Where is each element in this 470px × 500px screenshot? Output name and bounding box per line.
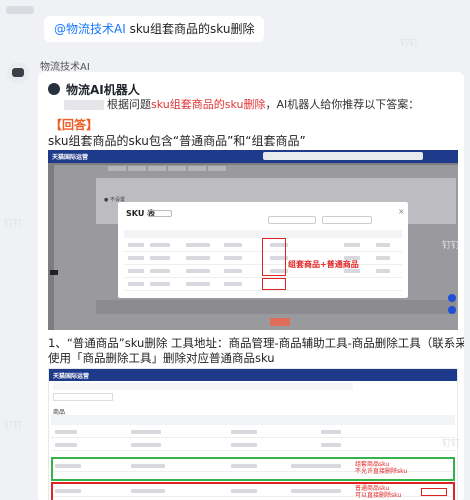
- watermark: 钉钉: [4, 421, 23, 431]
- header-search-bar: [263, 152, 423, 160]
- combo-product-note: 组套商品sku 不允许直接删除sku: [355, 461, 408, 475]
- normal-product-note: 普通商品sku 可以直接删除sku: [355, 485, 402, 499]
- table-header: [51, 415, 455, 425]
- watermark: 钉钉: [400, 39, 419, 49]
- question-bubble: @物流技术AI sku组套商品的sku删除: [44, 16, 265, 42]
- app-tabs: [53, 383, 353, 390]
- screenshot-product-list[interactable]: 天猫国际运营 商品 组套商品sku 不允许直接删除sku 普通商品sku 可以直…: [48, 368, 458, 500]
- watermark: 钉钉: [442, 241, 461, 251]
- app-tabs: [108, 166, 226, 171]
- annotation-label: 组套商品+普通商品: [288, 260, 359, 269]
- modal-button: [148, 210, 172, 217]
- side-handle: [50, 270, 58, 275]
- modal-search-field: [268, 216, 316, 224]
- delete-action-highlight: [421, 488, 447, 496]
- robot-icon: [48, 83, 60, 95]
- answer-tag: 【回答】: [50, 118, 99, 132]
- blurred-mention: [64, 100, 104, 110]
- app-header: 天猫国际运营: [48, 150, 458, 163]
- question-text: sku组套商品的sku删除: [125, 22, 255, 36]
- bot-avatar-icon[interactable]: [7, 62, 29, 84]
- modal-table-header: [124, 230, 402, 238]
- mention-link[interactable]: @物流技术AI: [54, 22, 126, 36]
- answer-line-1: sku组套商品的sku包含“普通商品”和“组套商品”: [48, 134, 306, 148]
- table-row: [51, 426, 455, 438]
- modal-search-field: [322, 216, 372, 224]
- bot-answer-card: 物流AI机器人 根据问题sku组套商品的sku删除，AI机器人给你推荐以下答案：…: [38, 72, 464, 500]
- watermark: 钉钉: [4, 219, 23, 229]
- app-header: 天猫国际运营: [49, 369, 457, 381]
- watermark: 钉钉: [442, 439, 461, 449]
- confirm-button: [270, 318, 290, 326]
- question-keyword: sku组套商品的sku删除: [151, 98, 266, 111]
- highlight-box: [262, 278, 286, 290]
- screenshot-sku-table[interactable]: 天猫国际运营 ● 不设置 SKU 表 × 组套商品+普通商品: [48, 150, 458, 330]
- app-logo: 天猫国际运营: [52, 154, 89, 161]
- app-footer-row: [96, 300, 456, 314]
- user-avatar[interactable]: [6, 6, 34, 14]
- filter-field: [53, 393, 113, 401]
- answer-line-2: 1、“普通商品”sku删除 工具地址：商品管理-商品辅助工具-商品删除工具（联系…: [48, 336, 464, 365]
- highlight-box: [262, 238, 286, 276]
- table-row: [51, 439, 455, 451]
- sku-modal: SKU 表 × 组套商品+普通商品: [118, 202, 408, 298]
- card-title: 物流AI机器人: [66, 82, 140, 97]
- float-button-icon: [448, 306, 456, 314]
- app-logo: 天猫国际运营: [53, 373, 90, 380]
- bot-sender-name: 物流技术AI: [40, 62, 90, 73]
- intro-text: 根据问题sku组套商品的sku删除，AI机器人给你推荐以下答案：: [64, 96, 460, 112]
- float-button-icon: [448, 294, 456, 302]
- close-icon: ×: [398, 207, 405, 216]
